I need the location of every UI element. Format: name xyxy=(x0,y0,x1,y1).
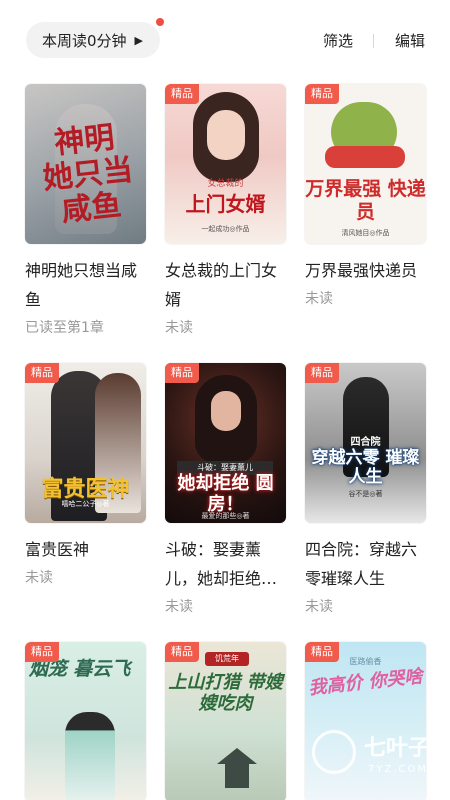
cover-title: 我高价 你哭啥 xyxy=(307,666,424,699)
book-card[interactable]: 精品 斗破：娶妻薰儿 她却拒绝 圆房！ 最爱的那些◎著 斗破：娶妻薰儿，她却拒绝… xyxy=(165,363,287,622)
cover-art xyxy=(325,102,405,168)
book-cover[interactable]: 精品 万界最强 快递员 清风她目◎作品 xyxy=(305,84,426,244)
book-card[interactable]: 神明 她只当咸鱼 神明她只想当咸鱼 已读至第1章 xyxy=(25,84,147,343)
book-title[interactable]: 女总裁的上门女婿 xyxy=(165,256,287,314)
read-status: 未读 xyxy=(25,570,53,586)
book-cover[interactable]: 精品 斗破：娶妻薰儿 她却拒绝 圆房！ 最爱的那些◎著 xyxy=(165,363,286,523)
book-title[interactable]: 斗破：娶妻薰儿，她却拒绝圆房！ xyxy=(165,535,287,593)
read-status: 已读至第1章 xyxy=(25,320,104,336)
cover-author: 谷不是◎著 xyxy=(348,490,383,498)
book-cover[interactable]: 精品 富贵医神 嘻哈二公子◎著 xyxy=(25,363,146,523)
book-card[interactable]: 精品 医路偷香 我高价 你哭啥 xyxy=(305,642,427,800)
edit-button[interactable]: 编辑 xyxy=(395,30,425,51)
premium-badge: 精品 xyxy=(305,642,339,662)
premium-badge: 精品 xyxy=(305,84,339,104)
book-title[interactable]: 神明她只想当咸鱼 xyxy=(25,256,147,314)
cover-title: 上门女婿 xyxy=(185,192,266,216)
cover-title: 神明 她只当咸鱼 xyxy=(41,120,135,229)
book-title[interactable]: 富贵医神 xyxy=(25,535,147,564)
read-status: 未读 xyxy=(165,320,193,336)
read-status: 未读 xyxy=(165,599,193,615)
divider xyxy=(373,34,374,48)
book-cover[interactable]: 精品 女总裁的 上门女婿 一起成功◎作品 xyxy=(165,84,286,244)
premium-badge: 精品 xyxy=(25,363,59,383)
book-card[interactable]: 精品 四合院 穿越六零 璀璨人生 谷不是◎著 四合院：穿越六零璀璨人生 未读 xyxy=(305,363,427,622)
chevron-right-icon: ▶ xyxy=(134,33,144,47)
cover-art xyxy=(217,748,257,788)
cover-title: 上山打猎 带嫂嫂吃肉 xyxy=(168,672,283,714)
book-card[interactable]: 精品 万界最强 快递员 清风她目◎作品 万界最强快递员 未读 xyxy=(305,84,427,314)
read-status: 未读 xyxy=(305,291,333,307)
book-cover[interactable]: 精品 医路偷香 我高价 你哭啥 xyxy=(305,642,426,800)
cover-subtitle: 饥荒年 xyxy=(205,652,249,666)
book-title[interactable]: 万界最强快递员 xyxy=(305,256,427,285)
cover-art xyxy=(195,375,257,463)
weekly-reading-button[interactable]: 本周读0分钟 ▶ xyxy=(26,22,160,58)
book-card[interactable]: 精品 女总裁的 上门女婿 一起成功◎作品 女总裁的上门女婿 未读 xyxy=(165,84,287,343)
cover-title: 万界最强 快递员 xyxy=(305,178,426,223)
top-bar: 本周读0分钟 ▶ 筛选 编辑 xyxy=(0,0,450,80)
cover-author: 一起成功◎作品 xyxy=(201,225,250,233)
cover-subtitle: 四合院 xyxy=(350,437,381,448)
book-card[interactable]: 精品 饥荒年 上山打猎 带嫂嫂吃肉 xyxy=(165,642,287,800)
premium-badge: 精品 xyxy=(25,642,59,662)
premium-badge: 精品 xyxy=(165,363,199,383)
premium-badge: 精品 xyxy=(165,84,199,104)
premium-badge: 精品 xyxy=(165,642,199,662)
book-card[interactable]: 精品 富贵医神 嘻哈二公子◎著 富贵医神 未读 xyxy=(25,363,147,593)
cover-author: 嘻哈二公子◎著 xyxy=(61,500,110,508)
weekly-reading-label: 本周读0分钟 xyxy=(42,31,127,50)
cover-title: 穿越六零 璀璨人生 xyxy=(311,448,420,487)
cover-title: 她却拒绝 圆房！ xyxy=(177,473,274,515)
cover-art xyxy=(193,92,259,182)
cover-author: 清风她目◎作品 xyxy=(341,229,390,237)
book-cover[interactable]: 精品 四合院 穿越六零 璀璨人生 谷不是◎著 xyxy=(305,363,426,523)
book-cover[interactable]: 精品 饥荒年 上山打猎 带嫂嫂吃肉 xyxy=(165,642,286,800)
book-title[interactable]: 四合院：穿越六零璀璨人生 xyxy=(305,535,427,593)
read-status: 未读 xyxy=(305,599,333,615)
cover-art xyxy=(65,712,115,800)
premium-badge: 精品 xyxy=(305,363,339,383)
filter-button[interactable]: 筛选 xyxy=(323,30,353,51)
book-cover[interactable]: 神明 她只当咸鱼 xyxy=(25,84,146,244)
book-cover[interactable]: 精品 烟笼 暮云飞 xyxy=(25,642,146,800)
notification-dot xyxy=(156,18,164,26)
cover-author: 最爱的那些◎著 xyxy=(201,512,250,520)
book-card[interactable]: 精品 烟笼 暮云飞 xyxy=(25,642,147,800)
